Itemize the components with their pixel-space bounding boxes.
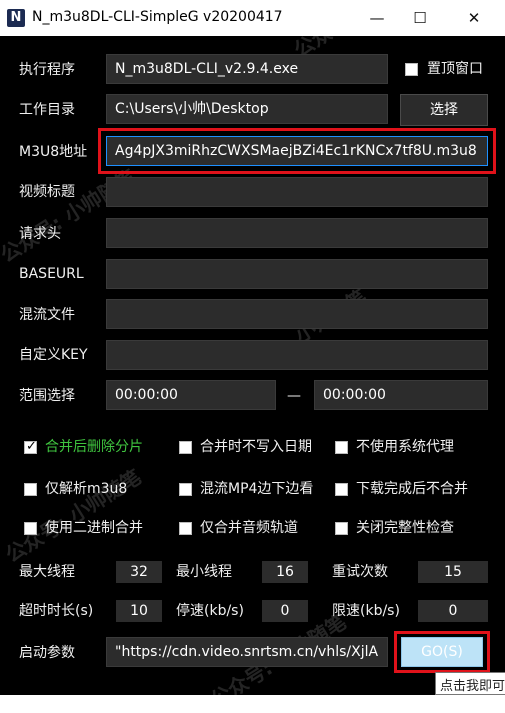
exe-field[interactable]: N_m3u8DL-CLI_v2.9.4.exe [106,54,388,84]
option-label: 不使用系统代理 [356,439,454,455]
checkbox-audio-only[interactable] [179,522,192,535]
retries-label: 重试次数 [332,564,388,580]
option-label: 合并时不写入日期 [200,439,312,455]
stop-speed-input[interactable]: 0 [262,600,308,622]
max-threads-input[interactable]: 32 [116,561,162,583]
window-title: N_m3u8DL-CLI-SimpleG v20200417 [32,9,283,25]
checkbox-live-mux-mp4[interactable] [179,483,192,496]
custom-key-input[interactable] [106,340,488,370]
range-separator: — [287,388,301,404]
custom-key-label: 自定义KEY [19,347,88,363]
m3u8-url-input[interactable]: Ag4pJX3miRhzCWXSMaejBZi4Ec1rKNCx7tf8U.m3… [106,136,488,166]
launch-args-label: 启动参数 [19,645,75,661]
min-threads-input[interactable]: 16 [262,561,308,583]
checkbox-no-merge[interactable] [335,483,348,496]
limit-speed-input[interactable]: 0 [418,600,488,622]
maximize-button[interactable]: ☐ [397,0,443,36]
option-label: 下载完成后不合并 [356,481,468,497]
range-label: 范围选择 [19,388,75,404]
workdir-field[interactable]: C:\Users\小帅\Desktop [106,94,388,124]
checkbox-binary-merge[interactable] [24,522,37,535]
mux-file-input[interactable] [106,299,488,329]
app-icon: N [7,9,25,27]
limit-speed-label: 限速(kb/s) [332,603,400,619]
headers-label: 请求头 [19,226,61,242]
option-label: 仅合并音频轨道 [200,520,298,536]
headers-input[interactable] [106,218,488,248]
option-label: 合并后删除分片 [45,439,143,455]
option-label: 混流MP4边下边看 [200,481,314,497]
checkbox-no-system-proxy[interactable] [335,441,348,454]
option-label: 使用二进制合并 [45,520,143,536]
m3u8-label: M3U8地址 [19,144,88,160]
title-bar[interactable]: N N_m3u8DL-CLI-SimpleG v20200417 — ☐ ✕ [0,0,505,36]
checkbox-parse-only[interactable] [24,483,37,496]
pin-window-checkbox[interactable] [405,63,418,76]
min-threads-label: 最小线程 [176,564,232,580]
checkbox-skip-integrity[interactable] [335,522,348,535]
checkbox-delete-after-merge[interactable] [24,439,37,454]
checkbox-no-date-on-merge[interactable] [179,441,192,454]
select-button[interactable]: 选择 [400,94,488,126]
baseurl-label: BASEURL [19,266,84,282]
timeout-input[interactable]: 10 [116,600,162,622]
mux-file-label: 混流文件 [19,307,75,323]
close-button[interactable]: ✕ [451,0,497,36]
timeout-label: 超时时长(s) [19,603,94,619]
video-title-input[interactable] [106,177,488,207]
exe-label: 执行程序 [19,62,75,78]
tooltip: 点击我即可 [435,672,505,695]
video-title-label: 视频标题 [19,184,75,200]
stop-speed-label: 停速(kb/s) [176,603,244,619]
range-end-input[interactable]: 00:00:00 [314,380,488,410]
launch-args-input[interactable]: "https://cdn.video.snrtsm.cn/vhls/XjlA [106,637,388,667]
range-start-input[interactable]: 00:00:00 [106,380,276,410]
workdir-label: 工作目录 [19,102,75,118]
retries-input[interactable]: 15 [418,561,488,583]
go-button[interactable]: GO(S) [401,637,483,667]
option-label: 关闭完整性检查 [356,520,454,536]
minimize-button[interactable]: — [354,0,400,36]
option-label: 仅解析m3u8 [45,481,128,497]
pin-window-label: 置顶窗口 [427,61,483,77]
baseurl-input[interactable] [106,259,488,289]
max-threads-label: 最大线程 [19,564,75,580]
